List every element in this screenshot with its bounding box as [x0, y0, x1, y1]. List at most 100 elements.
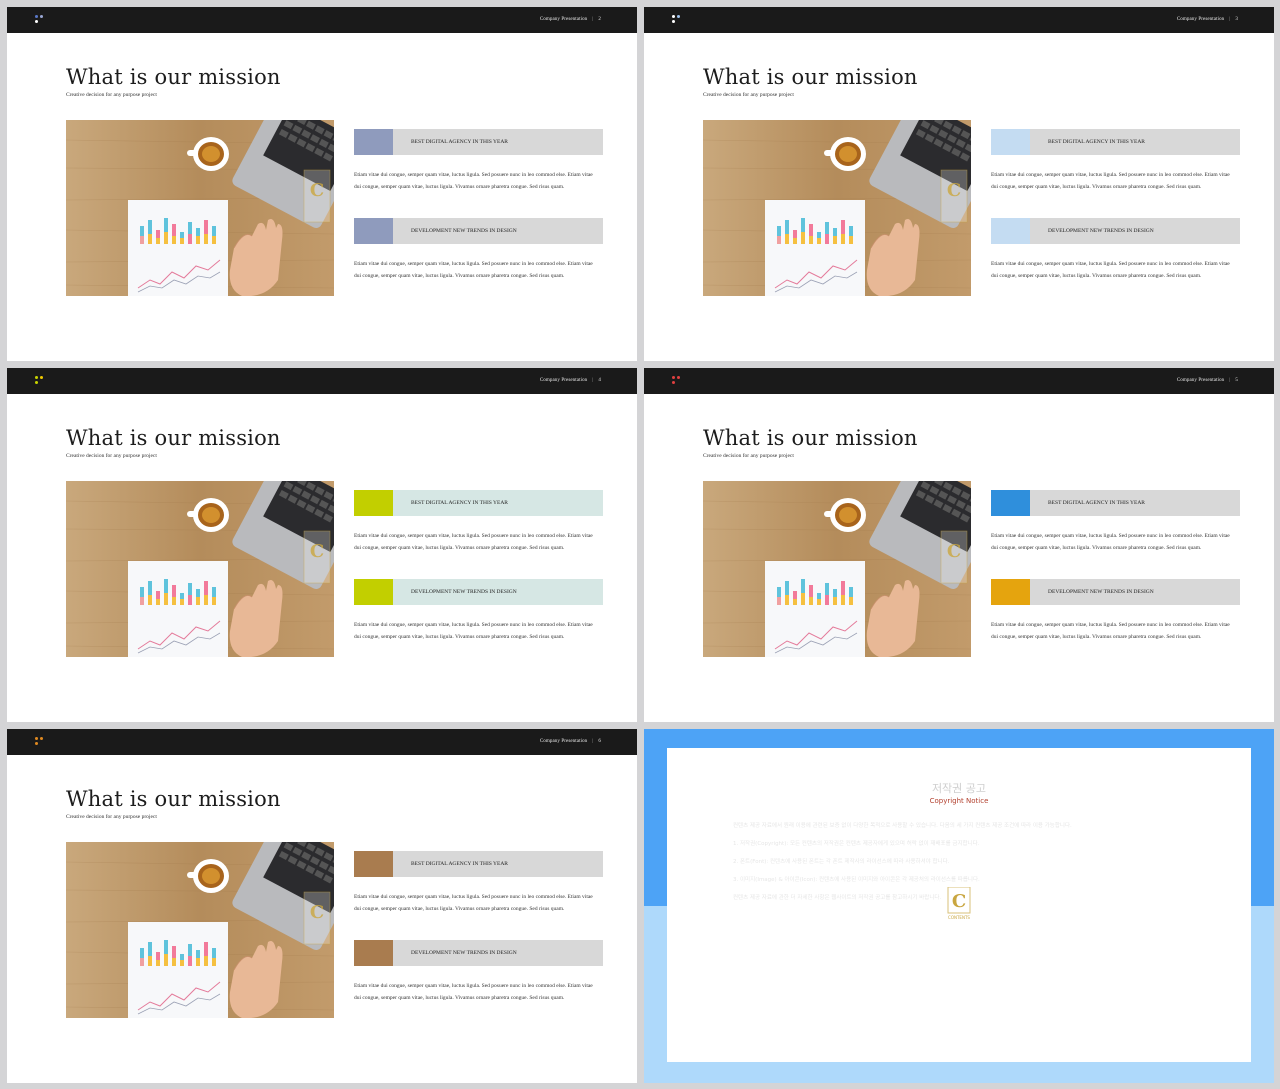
block-header: BEST DIGITAL AGENCY IN THIS YEAR — [354, 851, 603, 877]
header-meta: Company Presentation | 4 — [540, 378, 601, 383]
block-text: Etiam vitae dui congue, semper quam vita… — [354, 894, 593, 912]
svg-text:C: C — [947, 180, 961, 201]
copyright-paragraph: 1. 저작권(Copyright): 모든 컨텐츠의 저작권은 컨텐츠 제공자에… — [733, 841, 980, 847]
mission-slide: Company Presentation | 6 What is our missi… — [7, 729, 637, 1083]
header-separator: | — [592, 17, 594, 22]
svg-text:C: C — [947, 541, 961, 562]
slide-title: What is our mission — [66, 65, 281, 89]
block-color-swatch — [991, 490, 1030, 516]
slide-subtitle: Creative decision for any purpose projec… — [66, 92, 157, 98]
desk-photo-image: C — [66, 120, 334, 296]
brand-dots-icon — [672, 376, 682, 386]
block-header: BEST DIGITAL AGENCY IN THIS YEAR — [991, 490, 1240, 516]
presentation-label: Company Presentation — [539, 378, 588, 383]
slide-subtitle: Creative decision for any purpose projec… — [66, 453, 157, 459]
desk-photo-image: C — [703, 481, 971, 657]
block-color-swatch — [354, 490, 393, 516]
slide-title: What is our mission — [66, 426, 281, 450]
block-label: DEVELOPMENT NEW TRENDS IN DESIGN — [1048, 228, 1154, 234]
brand-dots-icon — [672, 15, 682, 25]
svg-text:CONTENTS: CONTENTS — [948, 915, 970, 920]
block-label: DEVELOPMENT NEW TRENDS IN DESIGN — [411, 228, 517, 234]
block-color-swatch — [991, 579, 1030, 605]
page-number: 3 — [1235, 17, 1238, 22]
block-text: Etiam vitae dui congue, semper quam vita… — [991, 261, 1230, 279]
block-color-swatch — [354, 851, 393, 877]
page-number: 6 — [598, 739, 601, 744]
mission-block: DEVELOPMENT NEW TRENDS IN DESIGN Etiam v… — [991, 579, 1240, 643]
slide-title: What is our mission — [703, 426, 918, 450]
slide-subtitle: Creative decision for any purpose projec… — [703, 453, 794, 459]
svg-text:C: C — [310, 902, 324, 923]
page-number: 5 — [1235, 378, 1238, 383]
slide-subtitle: Creative decision for any purpose projec… — [66, 814, 157, 820]
brand-dots-icon — [35, 376, 45, 386]
mission-block: DEVELOPMENT NEW TRENDS IN DESIGN Etiam v… — [354, 218, 603, 282]
block-text: Etiam vitae dui congue, semper quam vita… — [354, 983, 593, 1001]
brand-dots-icon — [35, 737, 45, 747]
mission-block: BEST DIGITAL AGENCY IN THIS YEAR Etiam v… — [991, 129, 1240, 193]
contents-logo-icon: C CONTENTS — [946, 886, 972, 925]
page-number: 2 — [598, 17, 601, 22]
copyright-slide: 저작권 공고 Copyright Notice 컨텐츠 제공 자료에서 원래 이… — [644, 729, 1274, 1083]
block-color-swatch — [354, 579, 393, 605]
block-label: BEST DIGITAL AGENCY IN THIS YEAR — [411, 861, 508, 867]
presentation-label: Company Presentation — [539, 17, 588, 22]
header-separator: | — [1229, 17, 1231, 22]
block-color-swatch — [991, 218, 1030, 244]
slide-title: What is our mission — [703, 65, 918, 89]
mission-block: BEST DIGITAL AGENCY IN THIS YEAR Etiam v… — [354, 129, 603, 193]
slide-header-bar: Company Presentation | 2 — [7, 7, 637, 33]
block-header: DEVELOPMENT NEW TRENDS IN DESIGN — [991, 579, 1240, 605]
mission-slide: Company Presentation | 4 What is our missi… — [7, 368, 637, 722]
header-meta: Company Presentation | 3 — [1177, 17, 1238, 22]
slide-header-bar: Company Presentation | 5 — [644, 368, 1274, 394]
desk-photo-image: C — [66, 481, 334, 657]
mission-block: BEST DIGITAL AGENCY IN THIS YEAR Etiam v… — [354, 490, 603, 554]
copyright-paragraph: 컨텐츠 제공 자료에서 원래 이용에 관련된 보증 없이 다양한 목적으로 사용… — [733, 823, 1072, 829]
block-label: DEVELOPMENT NEW TRENDS IN DESIGN — [411, 589, 517, 595]
mission-block: DEVELOPMENT NEW TRENDS IN DESIGN Etiam v… — [354, 579, 603, 643]
block-label: BEST DIGITAL AGENCY IN THIS YEAR — [411, 500, 508, 506]
block-color-swatch — [354, 129, 393, 155]
copyright-paragraph: 3. 이미지(Image) & 아이콘(Icon): 컨텐츠에 사용된 이미지와… — [733, 877, 980, 883]
block-color-swatch — [354, 940, 393, 966]
svg-text:C: C — [310, 541, 324, 562]
svg-text:C: C — [952, 891, 966, 912]
block-text: Etiam vitae dui congue, semper quam vita… — [354, 533, 593, 551]
page-number: 4 — [598, 378, 601, 383]
mission-block: BEST DIGITAL AGENCY IN THIS YEAR Etiam v… — [354, 851, 603, 915]
header-meta: Company Presentation | 6 — [540, 739, 601, 744]
block-text: Etiam vitae dui congue, semper quam vita… — [991, 533, 1230, 551]
presentation-label: Company Presentation — [539, 739, 588, 744]
desk-photo-image: C — [66, 842, 334, 1018]
copyright-subtitle: Copyright Notice — [929, 797, 989, 805]
block-label: DEVELOPMENT NEW TRENDS IN DESIGN — [411, 950, 517, 956]
block-label: BEST DIGITAL AGENCY IN THIS YEAR — [1048, 500, 1145, 506]
block-header: BEST DIGITAL AGENCY IN THIS YEAR — [354, 129, 603, 155]
copyright-paragraph: 2. 폰트(Font): 컨텐츠에 사용된 폰트는 각 폰트 제작사의 라이선스… — [733, 859, 950, 865]
block-header: BEST DIGITAL AGENCY IN THIS YEAR — [354, 490, 603, 516]
block-text: Etiam vitae dui congue, semper quam vita… — [991, 172, 1230, 190]
block-label: DEVELOPMENT NEW TRENDS IN DESIGN — [1048, 589, 1154, 595]
block-header: BEST DIGITAL AGENCY IN THIS YEAR — [991, 129, 1240, 155]
brand-dots-icon — [35, 15, 45, 25]
presentation-label: Company Presentation — [1176, 17, 1225, 22]
mission-slide: Company Presentation | 3 What is our missi… — [644, 7, 1274, 361]
block-header: DEVELOPMENT NEW TRENDS IN DESIGN — [354, 218, 603, 244]
header-meta: Company Presentation | 5 — [1177, 378, 1238, 383]
desk-photo-image: C — [703, 120, 971, 296]
block-label: BEST DIGITAL AGENCY IN THIS YEAR — [411, 139, 508, 145]
block-header: DEVELOPMENT NEW TRENDS IN DESIGN — [354, 940, 603, 966]
header-meta: Company Presentation | 2 — [540, 17, 601, 22]
header-separator: | — [1229, 378, 1231, 383]
block-text: Etiam vitae dui congue, semper quam vita… — [991, 622, 1230, 640]
block-header: DEVELOPMENT NEW TRENDS IN DESIGN — [991, 218, 1240, 244]
svg-text:C: C — [310, 180, 324, 201]
block-label: BEST DIGITAL AGENCY IN THIS YEAR — [1048, 139, 1145, 145]
slide-title: What is our mission — [66, 787, 281, 811]
copyright-title: 저작권 공고 — [931, 782, 987, 795]
mission-slide: Company Presentation | 2 What is our missi… — [7, 7, 637, 361]
slide-header-bar: Company Presentation | 6 — [7, 729, 637, 755]
header-separator: | — [592, 739, 594, 744]
